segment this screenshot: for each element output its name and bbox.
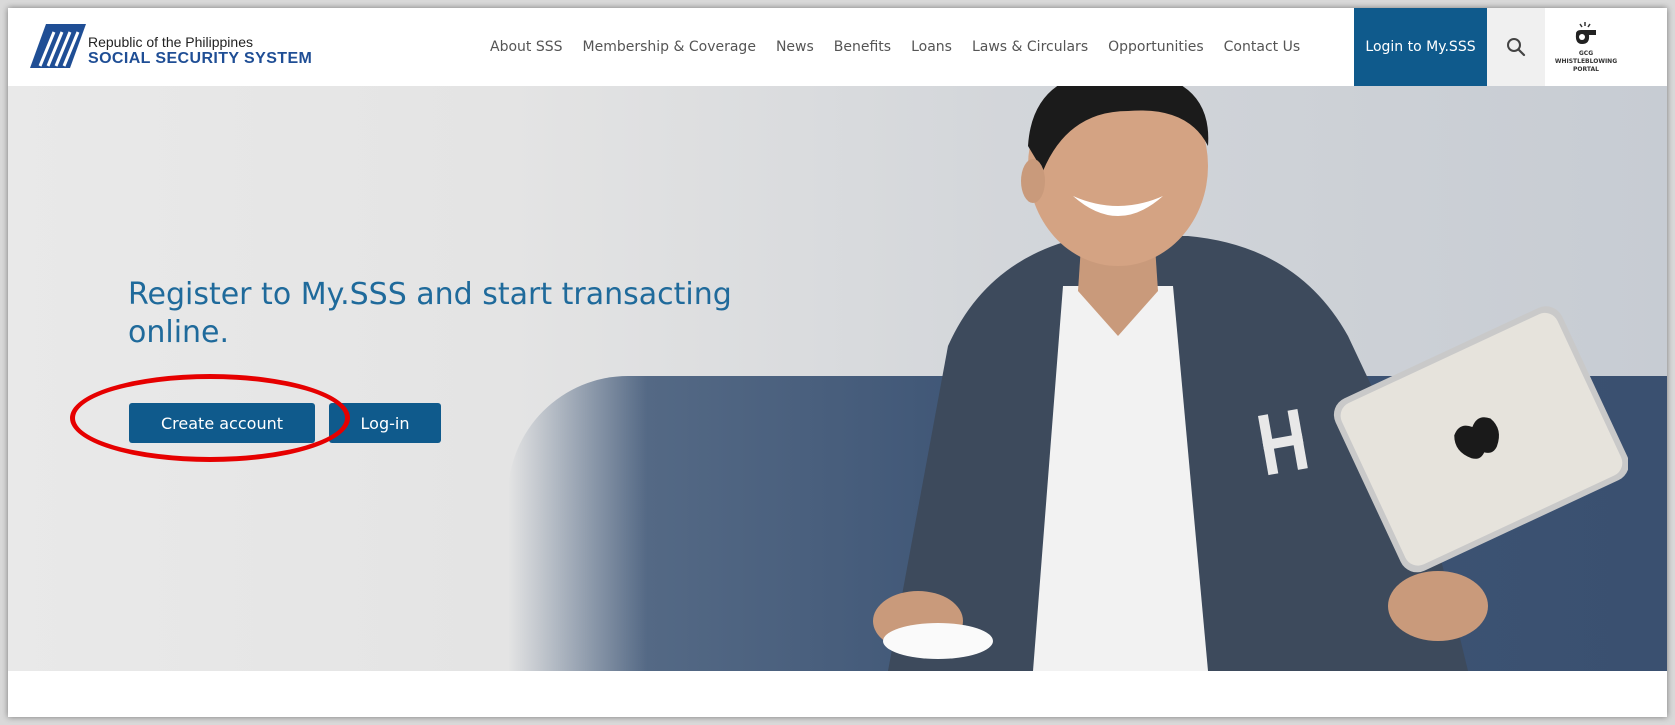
search-icon (1507, 38, 1526, 57)
nav-about-sss[interactable]: About SSS (490, 39, 563, 55)
whistleblowing-label-line1: GCG (1578, 50, 1594, 57)
nav-news[interactable]: News (776, 39, 814, 55)
hero-banner: Register to My.SSS and start transacting… (8, 86, 1667, 671)
whistle-icon (1575, 22, 1596, 44)
nav-loans[interactable]: Loans (911, 39, 952, 55)
logo-text-sss: SOCIAL SECURITY SYSTEM (88, 50, 313, 67)
browser-viewport: Republic of the Philippines SOCIAL SECUR… (8, 8, 1667, 717)
whistleblowing-label: GCG WHISTLEBLOWING PORTAL (1555, 50, 1617, 74)
logo-text-republic: Republic of the Philippines (88, 34, 253, 50)
login-to-mysss-button[interactable]: Login to My.SSS (1354, 8, 1487, 86)
nav-membership-coverage[interactable]: Membership & Coverage (583, 39, 756, 55)
nav-laws-circulars[interactable]: Laws & Circulars (972, 39, 1088, 55)
main-nav: About SSS Membership & Coverage News Ben… (490, 8, 1320, 86)
annotation-highlight-ellipse (70, 374, 350, 462)
sss-logo[interactable]: Republic of the Philippines SOCIAL SECUR… (30, 18, 330, 74)
site-header: Republic of the Philippines SOCIAL SECUR… (8, 8, 1667, 87)
hero-photo-person-with-tablet (873, 86, 1628, 671)
nav-contact-us[interactable]: Contact Us (1224, 39, 1300, 55)
nav-opportunities[interactable]: Opportunities (1108, 39, 1204, 55)
whistleblowing-portal-link[interactable]: GCG WHISTLEBLOWING PORTAL (1545, 8, 1627, 86)
search-button[interactable] (1487, 8, 1545, 86)
whistleblowing-label-line2: WHISTLEBLOWING (1554, 58, 1618, 65)
sss-logo-icon (30, 24, 86, 68)
nav-benefits[interactable]: Benefits (834, 39, 891, 55)
hero-title: Register to My.SSS and start transacting… (128, 277, 732, 350)
whistleblowing-label-line3: PORTAL (1573, 66, 1599, 73)
